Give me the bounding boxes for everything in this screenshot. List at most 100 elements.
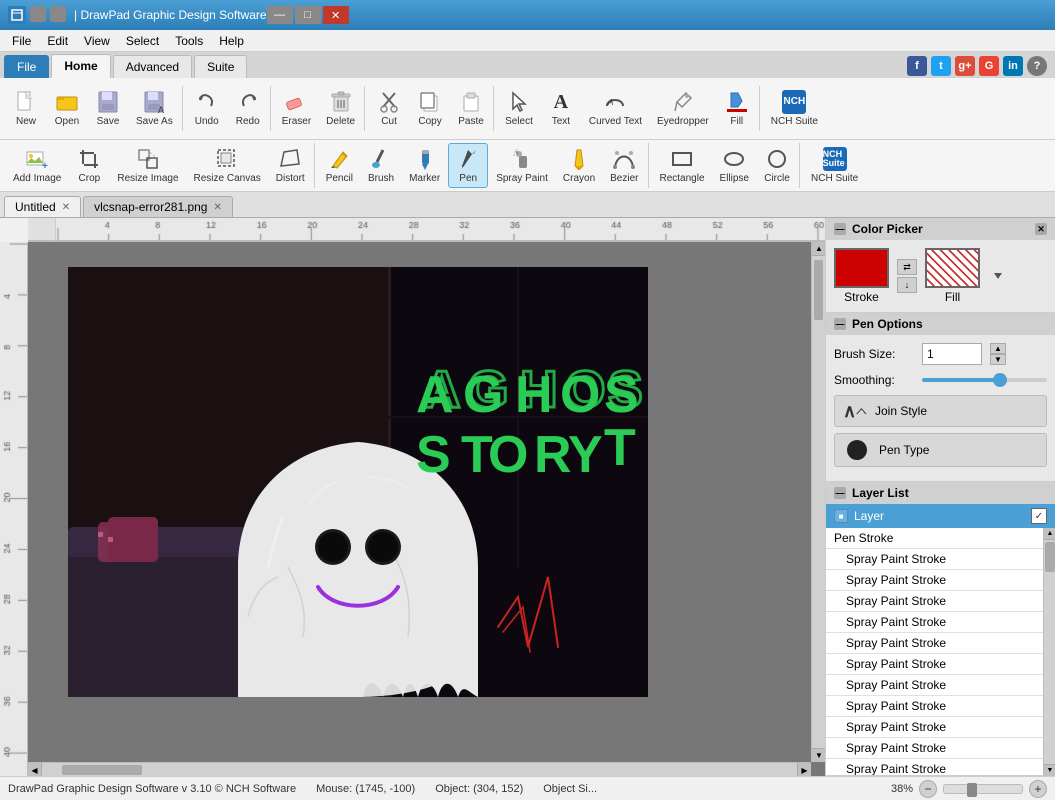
add-image-button[interactable]: + Add Image <box>6 143 68 188</box>
spray-paint-button[interactable]: Spray Paint <box>489 143 555 188</box>
brush-button[interactable]: Brush <box>361 143 401 188</box>
scroll-left-button[interactable]: ◀ <box>28 763 42 776</box>
social-linkedin[interactable]: in <box>1003 56 1023 76</box>
layer-item-8[interactable]: Spray Paint Stroke <box>826 717 1043 738</box>
scroll-right-button[interactable]: ▶ <box>797 763 811 776</box>
save-as-button[interactable]: A Save As <box>129 86 180 131</box>
layer-item-6[interactable]: Spray Paint Stroke <box>826 675 1043 696</box>
pen-type-button[interactable]: Pen Type <box>834 433 1047 467</box>
doc-tab-vlcsnap-close[interactable]: ✕ <box>213 202 221 213</box>
pen-options-collapse[interactable]: — <box>834 318 846 330</box>
menu-help[interactable]: Help <box>211 32 252 50</box>
menu-file[interactable]: File <box>4 32 39 50</box>
layer-scroll-thumb[interactable] <box>1045 542 1055 572</box>
cut-button[interactable]: Cut <box>369 86 409 131</box>
fill-dropdown-arrow[interactable] <box>992 265 1004 288</box>
layer-item-2[interactable]: Spray Paint Stroke <box>826 591 1043 612</box>
distort-button[interactable]: Distort <box>269 143 312 188</box>
layer-scroll-down[interactable]: ▼ <box>1044 764 1055 775</box>
zoom-in-button[interactable]: + <box>1029 780 1047 798</box>
layer-item-10[interactable]: Spray Paint Stroke <box>826 759 1043 775</box>
layer-item-pen-stroke[interactable]: Pen Stroke <box>826 528 1043 549</box>
layer-item-3[interactable]: Spray Paint Stroke <box>826 612 1043 633</box>
open-button[interactable]: Open <box>47 86 87 131</box>
layer-item-0[interactable]: Spray Paint Stroke <box>826 549 1043 570</box>
curved-text-button[interactable]: A Curved Text <box>582 86 649 131</box>
pen-button[interactable]: Pen <box>448 143 488 188</box>
save-button[interactable]: Save <box>88 86 128 131</box>
nch-suite2-button[interactable]: NCH Suite NCH Suite <box>804 143 865 188</box>
canvas-scroll-area[interactable]: A G H O S A G H O S T S T <box>28 242 825 776</box>
menu-select[interactable]: Select <box>118 32 167 50</box>
maximize-button[interactable]: □ <box>295 6 321 24</box>
layer-scroll-up[interactable]: ▲ <box>1044 528 1055 540</box>
eyedropper-button[interactable]: Eyedropper <box>650 86 716 131</box>
select-button[interactable]: Select <box>498 86 540 131</box>
social-twitter[interactable]: t <box>931 56 951 76</box>
scroll-thumb-h[interactable] <box>62 765 142 775</box>
layer-list-collapse[interactable]: — <box>834 487 846 499</box>
fill-button[interactable]: Fill <box>717 86 757 131</box>
layer-checkbox[interactable]: ✓ <box>1031 508 1047 524</box>
pen-options-header[interactable]: — Pen Options <box>826 313 1055 335</box>
help-icon-ribbon[interactable]: ? <box>1027 56 1047 76</box>
zoom-thumb[interactable] <box>967 783 977 797</box>
bezier-button[interactable]: Bezier <box>603 143 645 188</box>
menu-edit[interactable]: Edit <box>39 32 76 50</box>
brush-size-input[interactable] <box>922 343 982 365</box>
resize-canvas-button[interactable]: Resize Canvas <box>187 143 268 188</box>
color-picker-header[interactable]: — Color Picker ✕ <box>826 218 1055 240</box>
arrow-down-button[interactable]: ↓ <box>897 277 917 293</box>
doc-tab-vlcsnap[interactable]: vlcsnap-error281.png ✕ <box>83 196 233 217</box>
layer-item-4[interactable]: Spray Paint Stroke <box>826 633 1043 654</box>
menu-view[interactable]: View <box>76 32 118 50</box>
social-google-plus[interactable]: g+ <box>955 56 975 76</box>
layer-item-1[interactable]: Spray Paint Stroke <box>826 570 1043 591</box>
menu-tools[interactable]: Tools <box>167 32 211 50</box>
eraser-button[interactable]: Eraser <box>275 86 318 131</box>
smoothing-slider[interactable] <box>922 378 1047 382</box>
tab-file[interactable]: File <box>4 55 49 78</box>
resize-image-button[interactable]: Resize Image <box>110 143 185 188</box>
zoom-slider[interactable] <box>943 784 1023 794</box>
vertical-scrollbar[interactable]: ▲ ▼ <box>811 242 825 762</box>
doc-tab-untitled-close[interactable]: ✕ <box>62 202 70 213</box>
crayon-button[interactable]: Crayon <box>556 143 602 188</box>
swap-colors-button[interactable]: ⇄ <box>897 259 917 275</box>
tab-advanced[interactable]: Advanced <box>113 55 192 78</box>
fill-color-swatch[interactable] <box>925 248 980 288</box>
marker-button[interactable]: Marker <box>402 143 447 188</box>
nch-suite-button[interactable]: NCH NCH Suite <box>764 86 825 131</box>
scroll-up-button[interactable]: ▲ <box>812 242 825 256</box>
layer-item-5[interactable]: Spray Paint Stroke <box>826 654 1043 675</box>
crop-button[interactable]: Crop <box>69 143 109 188</box>
zoom-out-button[interactable]: − <box>919 780 937 798</box>
horizontal-scrollbar[interactable]: ◀ ▶ <box>28 762 811 776</box>
drawing-canvas[interactable]: A G H O S A G H O S T S T <box>68 267 648 697</box>
layer-scrollbar[interactable]: ▲ ▼ <box>1043 528 1055 775</box>
copy-button[interactable]: Copy <box>410 86 450 131</box>
rectangle-button[interactable]: Rectangle <box>653 143 712 188</box>
color-picker-collapse[interactable]: — <box>834 223 846 235</box>
pencil-button[interactable]: Pencil <box>319 143 360 188</box>
scroll-thumb-v[interactable] <box>814 260 823 320</box>
undo-button[interactable]: Undo <box>187 86 227 131</box>
new-button[interactable]: New <box>6 86 46 131</box>
delete-button[interactable]: Delete <box>319 86 362 131</box>
redo-button[interactable]: Redo <box>228 86 268 131</box>
social-google[interactable]: G <box>979 56 999 76</box>
social-facebook[interactable]: f <box>907 56 927 76</box>
text-button[interactable]: A Text <box>541 86 581 131</box>
stroke-color-swatch[interactable] <box>834 248 889 288</box>
join-style-button[interactable]: Join Style <box>834 395 1047 427</box>
tab-suite[interactable]: Suite <box>194 55 247 78</box>
brush-size-decrement[interactable]: ▼ <box>990 354 1006 365</box>
layer-list-header[interactable]: — Layer List <box>826 482 1055 504</box>
tab-home[interactable]: Home <box>51 54 110 78</box>
minimize-button[interactable]: — <box>267 6 293 24</box>
paste-button[interactable]: Paste <box>451 86 491 131</box>
brush-size-increment[interactable]: ▲ <box>990 343 1006 354</box>
close-button[interactable]: ✕ <box>323 6 349 24</box>
circle-button[interactable]: Circle <box>757 143 797 188</box>
ellipse-button[interactable]: Ellipse <box>713 143 756 188</box>
